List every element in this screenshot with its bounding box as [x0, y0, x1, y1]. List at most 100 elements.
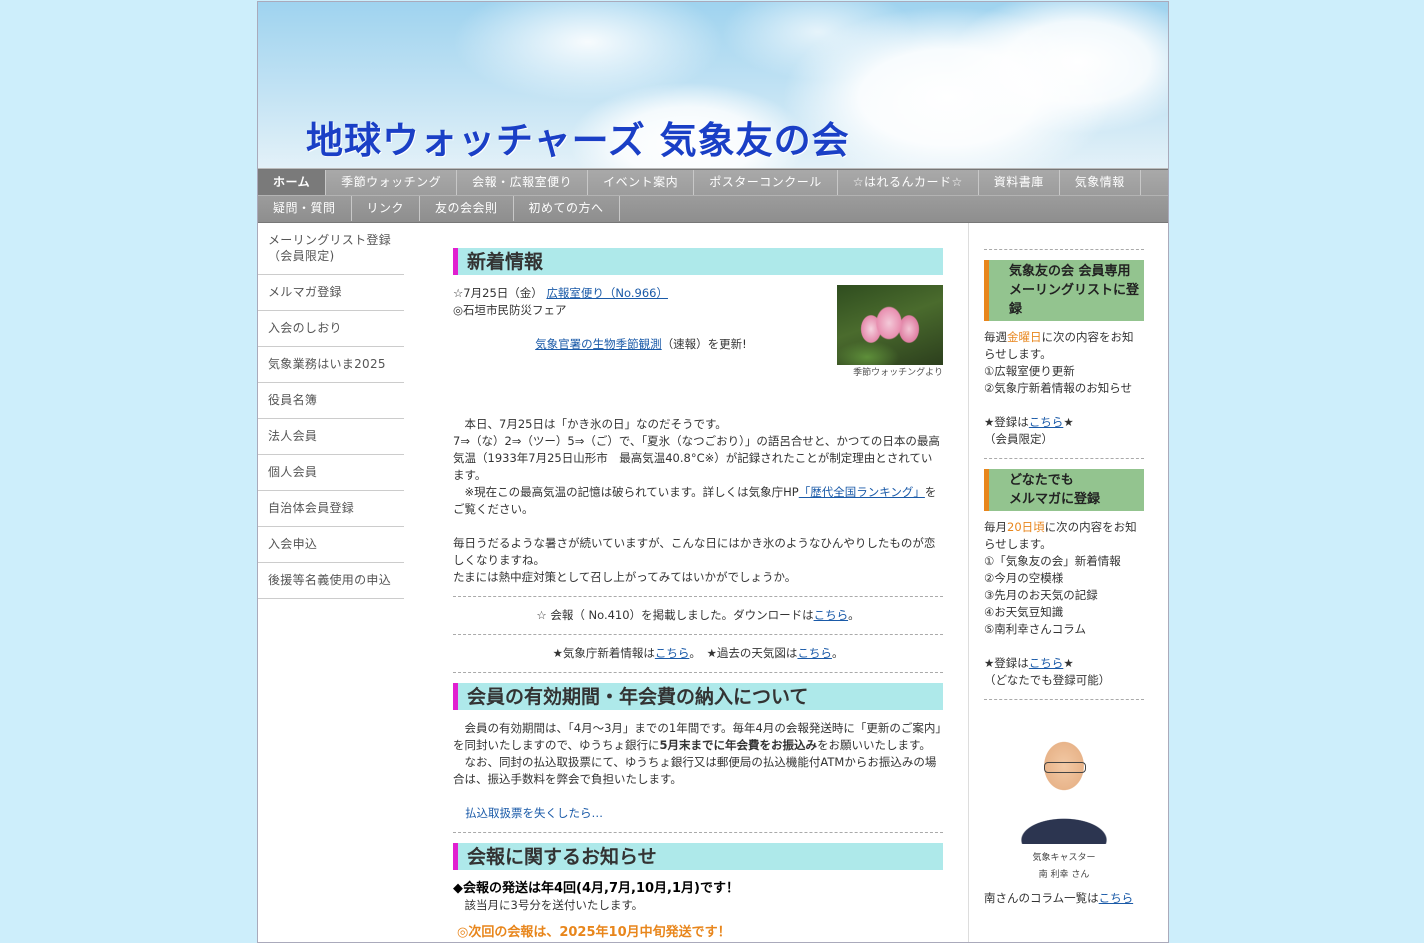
mailing-list-heading: 気象友の会 会員専用メーリングリストに登録: [984, 260, 1144, 321]
mm-register-line: ★登録はこちら★: [984, 655, 1144, 672]
mm-item: ④お天気豆知識: [984, 605, 1064, 619]
divider: [984, 458, 1144, 459]
mm-item: ⑤南利幸さんコラム: [984, 622, 1086, 636]
kaiho-download-link[interactable]: こちら: [814, 608, 849, 622]
nav-beginners[interactable]: 初めての方へ: [514, 196, 620, 221]
ranking-link[interactable]: 「歴代全国ランキング」: [799, 485, 925, 499]
ml-text: 毎週金曜日に次の内容をお知らせします。: [984, 329, 1144, 363]
nav-harerun[interactable]: ☆はれるんカード☆: [838, 170, 979, 195]
page-wrapper: 地球ウォッチャーズ 気象友の会 ホーム 季節ウォッチング 会報・広報室便り イベ…: [257, 1, 1169, 943]
sidebar-item-weather-service[interactable]: 気象業務はいま2025: [258, 347, 404, 383]
update-rest: （速報）を更新!: [661, 337, 747, 351]
ml-item: ②気象庁新着情報のお知らせ: [984, 381, 1133, 395]
mm-title-1: どなたでも: [1009, 473, 1074, 488]
ml-register-line: ★登録はこちら★: [984, 414, 1144, 431]
weather-map-link[interactable]: こちら: [797, 646, 832, 660]
divider: [453, 672, 943, 673]
column-line: 南さんのコラム一覧はこちら: [984, 890, 1144, 907]
membership-p2: なお、同封の払込取扱票にて、ゆうちょ銀行又は郵便局の払込機能付ATMからお振込み…: [453, 755, 937, 786]
mail-magazine-heading: どなたでも メルマガに登録: [984, 469, 1144, 511]
site-header: 地球ウォッチャーズ 気象友の会: [258, 2, 1168, 169]
membership-p1-bold: 5月末までに年会費をお振込み: [659, 738, 818, 752]
column-link[interactable]: こちら: [1099, 891, 1134, 905]
site-title[interactable]: 地球ウォッチャーズ 気象友の会: [306, 110, 850, 164]
sidebar-item-mailing-list[interactable]: メーリングリスト登録 （会員限定): [258, 223, 404, 275]
membership-section: 会員の有効期間は、「4月〜3月」までの1年間です。毎年4月の会報発送時に「更新の…: [453, 720, 943, 833]
news-p4: 毎日うだるような暑さが続いていますが、こんな日にはかき氷のようなひんやりしたもの…: [453, 536, 936, 567]
kaiho-notice-heading: 会報に関するお知らせ: [453, 843, 943, 870]
jma-news-link[interactable]: こちら: [655, 646, 690, 660]
global-nav-row-2: 疑問・質問 リンク 友の会会則 初めての方へ: [258, 196, 1168, 221]
kaiho-text: ☆ 会報（ No.410）を掲載しました。ダウンロードは: [536, 608, 814, 622]
sidebar-item-apply[interactable]: 入会申込: [258, 527, 404, 563]
ml-text-day: 金曜日: [1007, 330, 1042, 344]
sidebar-item-municipal[interactable]: 自治体会員登録: [258, 491, 404, 527]
left-sidebar-nav: メーリングリスト登録 （会員限定) メルマガ登録 入会のしおり 気象業務はいま2…: [258, 223, 404, 599]
lotus-photo-block: 季節ウォッチングより: [837, 285, 943, 382]
membership-heading: 会員の有効期間・年会費の納入について: [453, 683, 943, 710]
sidebar-item-mail-magazine[interactable]: メルマガ登録: [258, 275, 404, 311]
news-p2: 7⇒（な）2⇒（ツー）5⇒（ご）で、「夏氷（なつごおり）」の語呂合せと、かつての…: [453, 434, 940, 482]
mm-text-a: 毎月: [984, 520, 1007, 534]
mm-title-2: メルマガに登録: [1009, 492, 1101, 507]
news-date: ☆7月25日（金）: [453, 286, 543, 300]
nav-home[interactable]: ホーム: [258, 170, 327, 195]
column-text: 南さんのコラム一覧は: [984, 891, 1099, 905]
mm-item: ②今月の空模様: [984, 571, 1064, 585]
news-p5: たまには熱中症対策として召し上がってみてはいかがでしょうか。: [453, 570, 797, 584]
divider: [984, 249, 1144, 250]
news-date-link[interactable]: 広報室便り（No.966）: [546, 286, 668, 300]
membership-p1: 会員の有効期間は、「4月〜3月」までの1年間です。毎年4月の会報発送時に「更新の…: [453, 720, 943, 754]
sidebar-item-corporate[interactable]: 法人会員: [258, 419, 404, 455]
caster-photo[interactable]: [1004, 718, 1124, 844]
ml-register-link[interactable]: こちら: [1029, 415, 1064, 429]
sidebar-item-individual[interactable]: 個人会員: [258, 455, 404, 491]
news-section: 季節ウォッチングより ☆7月25日（金） 広報室便り（No.966） ◎石垣市民…: [453, 285, 943, 673]
jma-mid: 。 ★過去の天気図は: [689, 646, 798, 660]
membership-p1c: をお願いいたします。: [817, 738, 931, 752]
nav-rules[interactable]: 友の会会則: [420, 196, 514, 221]
right-sidebar: 気象友の会 会員専用メーリングリストに登録 毎週金曜日に次の内容をお知らせします…: [968, 223, 1168, 942]
jma-line: ★気象庁新着情報はこちら。 ★過去の天気図はこちら。: [453, 645, 943, 662]
nav-faq[interactable]: 疑問・質問: [258, 196, 352, 221]
mm-item: ①「気象友の会」新着情報: [984, 554, 1121, 568]
sidebar-item-guide[interactable]: 入会のしおり: [258, 311, 404, 347]
nav-events[interactable]: イベント案内: [588, 170, 695, 195]
caster-name: 南 利幸 さん: [1038, 870, 1090, 880]
nav-poster[interactable]: ポスターコンクール: [694, 170, 838, 195]
mm-text-day: 20日頃: [1007, 520, 1045, 534]
nav-library[interactable]: 資料書庫: [979, 170, 1060, 195]
ml-note: （会員限定）: [984, 432, 1053, 446]
news-p3-line: ※現在この最高気温の記憶は破られています。詳しくは気象庁HP「歴代全国ランキング…: [453, 484, 943, 518]
kaiho-line: ☆ 会報（ No.410）を掲載しました。ダウンロードはこちら。: [453, 607, 943, 624]
nav-weather[interactable]: 気象情報: [1060, 170, 1141, 195]
right-sidebar-inner: 気象友の会 会員専用メーリングリストに登録 毎週金曜日に次の内容をお知らせします…: [984, 249, 1144, 907]
caster-role: 気象キャスター: [1032, 853, 1096, 863]
ml-item: ①広報室便り更新: [984, 364, 1075, 378]
mm-reg: ★登録は: [984, 656, 1029, 670]
update-link[interactable]: 気象官署の生物季節観測: [535, 337, 662, 351]
mm-item: ③先月のお天気の記録: [984, 588, 1098, 602]
mm-register-link[interactable]: こちら: [1029, 656, 1064, 670]
main-content: 新着情報 季節ウォッチングより ☆7月25日（金） 広報室便り（No.966） …: [453, 248, 943, 941]
sidebar-item-officers[interactable]: 役員名簿: [258, 383, 404, 419]
kaiho-schedule: ◆会報の発送は年4回(4月,7月,10月,1月)です！: [453, 881, 739, 896]
jma-end: 。: [831, 646, 844, 660]
nav-bulletin[interactable]: 会報・広報室便り: [457, 170, 589, 195]
ml-text-a: 毎週: [984, 330, 1007, 344]
news-p1: 本日、7月25日は「かき氷の日」なのだそうです。: [453, 417, 727, 431]
mm-reg-end: ★: [1063, 656, 1074, 670]
kaiho-sub: 該当月に3号分を送付いたします。: [453, 898, 644, 912]
nav-links[interactable]: リンク: [352, 196, 421, 221]
sidebar-item-sponsorship[interactable]: 後援等名義使用の申込: [258, 563, 404, 599]
lost-slip-line: 払込取扱票を失くしたら…: [453, 805, 943, 822]
photo-caption: 季節ウォッチングより: [853, 368, 943, 378]
news-heading: 新着情報: [453, 248, 943, 275]
lotus-photo[interactable]: [837, 285, 943, 365]
global-nav-row-1: ホーム 季節ウォッチング 会報・広報室便り イベント案内 ポスターコンクール ☆…: [258, 170, 1168, 196]
lost-slip-link[interactable]: 払込取扱票を失くしたら…: [465, 806, 603, 820]
ml-reg: ★登録は: [984, 415, 1029, 429]
kaiho-end: 。: [848, 608, 860, 622]
jma-text: ★気象庁新着情報は: [552, 646, 655, 660]
nav-seasonal[interactable]: 季節ウォッチング: [326, 170, 458, 195]
